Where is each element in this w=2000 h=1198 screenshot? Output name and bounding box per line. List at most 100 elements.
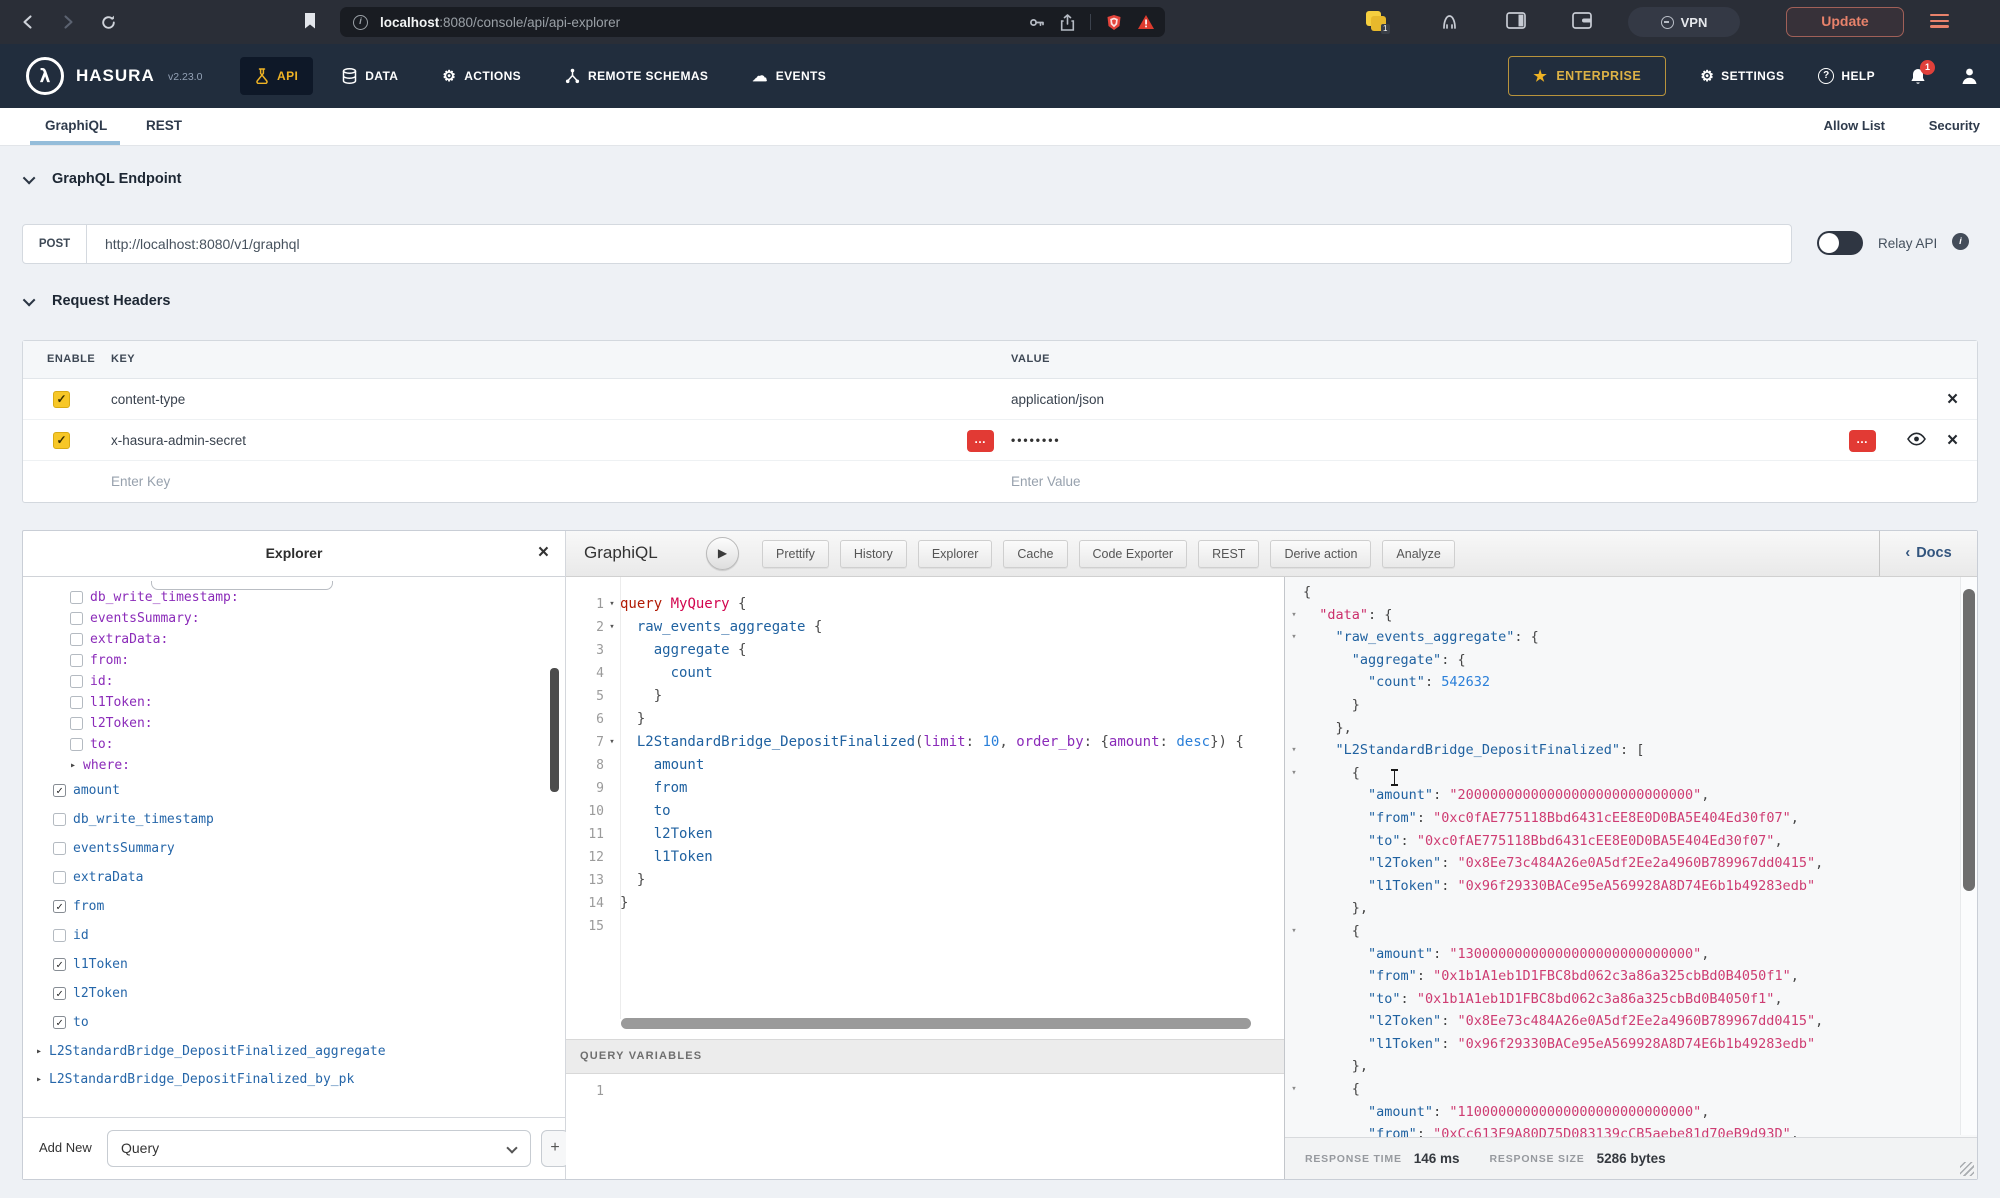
- nav-item-api[interactable]: API: [240, 57, 313, 95]
- security-link[interactable]: Security: [1929, 108, 1980, 146]
- checkbox-icon[interactable]: [53, 813, 66, 826]
- menu-icon[interactable]: [1930, 14, 1949, 31]
- help-button[interactable]: ? HELP: [1818, 68, 1875, 84]
- docs-button[interactable]: ‹Docs: [1879, 531, 1977, 576]
- checkbox-icon[interactable]: [70, 717, 83, 730]
- query-editor-line[interactable]: 14}: [566, 892, 1284, 915]
- user-button[interactable]: [1961, 67, 1978, 85]
- reveal-value-icon[interactable]: [1907, 432, 1926, 446]
- header-key-input[interactable]: x-hasura-admin-secret: [111, 420, 246, 461]
- checkbox-icon[interactable]: ✓: [53, 900, 66, 913]
- explorer-scrollbar[interactable]: [550, 668, 559, 792]
- explorer-field-item[interactable]: id: [23, 921, 565, 950]
- warning-triangle-icon[interactable]: [1137, 14, 1155, 30]
- relay-info-icon[interactable]: i: [1952, 233, 1969, 250]
- query-editor-line[interactable]: 10 to: [566, 800, 1284, 823]
- explorer-argument-item[interactable]: to:: [23, 734, 565, 755]
- cache-button[interactable]: Cache: [1003, 540, 1067, 568]
- explorer-argument-item[interactable]: db_write_timestamp:: [23, 587, 565, 608]
- explorer-field-item[interactable]: ✓from: [23, 892, 565, 921]
- explorer-field-item[interactable]: ✓l2Token: [23, 979, 565, 1008]
- url-bar[interactable]: i localhost:8080/console/api/api-explore…: [340, 7, 1165, 37]
- query-editor-line[interactable]: 11 l2Token: [566, 823, 1284, 846]
- query-editor[interactable]: 1▾query MyQuery {2▾ raw_events_aggregate…: [566, 577, 1284, 1019]
- nav-item-actions[interactable]: ⚙ ACTIONS: [427, 58, 536, 95]
- reload-icon[interactable]: [100, 14, 117, 31]
- explorer-argument-item[interactable]: extraData:: [23, 629, 565, 650]
- checkbox-icon[interactable]: [70, 696, 83, 709]
- new-header-key-input[interactable]: Enter Key: [111, 461, 170, 502]
- expand-arrow-icon[interactable]: ▸: [36, 1074, 42, 1085]
- nav-item-remote-schemas[interactable]: REMOTE SCHEMAS: [550, 57, 723, 95]
- explorer-field-item[interactable]: extraData: [23, 863, 565, 892]
- checkbox-icon[interactable]: ✓: [53, 784, 66, 797]
- prettify-button[interactable]: Prettify: [762, 540, 829, 568]
- explorer-where-item[interactable]: ▸where:: [23, 755, 565, 776]
- endpoint-url-input[interactable]: http://localhost:8080/v1/graphql: [87, 236, 300, 252]
- explorer-argument-item[interactable]: from:: [23, 650, 565, 671]
- sidebar-toggle-icon[interactable]: [1506, 12, 1526, 29]
- share-icon[interactable]: [1060, 14, 1075, 31]
- checkbox-icon[interactable]: ✓: [53, 987, 66, 1000]
- explorer-collapsed-item[interactable]: ▸L2StandardBridge_DepositFinalized_by_pk: [23, 1065, 565, 1093]
- notifications-button[interactable]: 1: [1909, 67, 1927, 86]
- code-exporter-button[interactable]: Code Exporter: [1079, 540, 1188, 568]
- notes-extension-icon[interactable]: 1: [1366, 11, 1386, 31]
- query-editor-line[interactable]: 13 }: [566, 869, 1284, 892]
- new-header-value-input[interactable]: Enter Value: [1011, 461, 1081, 502]
- header-value-input[interactable]: application/json: [1011, 379, 1104, 420]
- explorer-collapsed-item[interactable]: ▸L2StandardBridge_DepositFinalized_aggre…: [23, 1037, 565, 1065]
- enable-checkbox[interactable]: ✓: [53, 432, 70, 449]
- wallet-icon[interactable]: [1572, 12, 1592, 29]
- allow-list-link[interactable]: Allow List: [1824, 108, 1885, 146]
- query-editor-line[interactable]: 9 from: [566, 777, 1284, 800]
- expand-arrow-icon[interactable]: ▸: [70, 760, 76, 771]
- explorer-button[interactable]: Explorer: [918, 540, 993, 568]
- query-editor-line[interactable]: 1▾query MyQuery {: [566, 593, 1284, 616]
- add-operation-button[interactable]: +: [541, 1130, 569, 1167]
- checkbox-icon[interactable]: [70, 612, 83, 625]
- query-editor-line[interactable]: 12 l1Token: [566, 846, 1284, 869]
- expand-arrow-icon[interactable]: ▸: [36, 1046, 42, 1057]
- checkbox-icon[interactable]: [70, 675, 83, 688]
- brave-shield-icon[interactable]: [1106, 14, 1122, 31]
- checkbox-icon[interactable]: [70, 591, 83, 604]
- checkbox-icon[interactable]: [53, 842, 66, 855]
- resize-handle-icon[interactable]: [1960, 1162, 1974, 1176]
- query-editor-line[interactable]: 7▾ L2StandardBridge_DepositFinalized(lim…: [566, 731, 1284, 754]
- site-info-icon[interactable]: i: [353, 15, 368, 30]
- bookmark-icon[interactable]: [303, 12, 317, 30]
- nav-item-data[interactable]: DATA: [327, 57, 413, 95]
- editor-horizontal-scrollbar[interactable]: [621, 1018, 1251, 1029]
- forward-icon[interactable]: [60, 14, 76, 30]
- explorer-field-item[interactable]: ✓to: [23, 1008, 565, 1037]
- extension-icon[interactable]: [1440, 12, 1459, 31]
- query-variables-editor[interactable]: 1: [566, 1074, 1284, 1179]
- remove-header-icon[interactable]: ×: [1947, 379, 1958, 420]
- query-variables-header[interactable]: QUERY VARIABLES: [566, 1039, 1284, 1074]
- explorer-field-item[interactable]: ✓amount: [23, 776, 565, 805]
- operation-type-select[interactable]: Query: [107, 1130, 531, 1167]
- history-button[interactable]: History: [840, 540, 907, 568]
- enable-checkbox[interactable]: ✓: [53, 391, 70, 408]
- analyze-button[interactable]: Analyze: [1382, 540, 1454, 568]
- key-icon[interactable]: [1028, 14, 1045, 31]
- query-editor-line[interactable]: 8 amount: [566, 754, 1284, 777]
- header-key-input[interactable]: content-type: [111, 379, 185, 420]
- close-explorer-icon[interactable]: ×: [538, 531, 549, 575]
- explorer-argument-item[interactable]: eventsSummary:: [23, 608, 565, 629]
- graphql-endpoint-section-header[interactable]: GraphQL Endpoint: [26, 171, 181, 187]
- settings-button[interactable]: ⚙ SETTINGS: [1700, 69, 1784, 84]
- explorer-argument-item[interactable]: l1Token:: [23, 692, 565, 713]
- derive-action-button[interactable]: Derive action: [1270, 540, 1371, 568]
- remove-header-icon[interactable]: ×: [1947, 420, 1958, 461]
- tab-rest[interactable]: REST: [146, 108, 182, 146]
- checkbox-icon[interactable]: ✓: [53, 1016, 66, 1029]
- query-editor-line[interactable]: 6 }: [566, 708, 1284, 731]
- checkbox-icon[interactable]: [53, 871, 66, 884]
- hasura-logo[interactable]: λ: [26, 57, 64, 95]
- enterprise-button[interactable]: ★ ENTERPRISE: [1508, 56, 1666, 96]
- vpn-button[interactable]: VPN: [1628, 7, 1740, 37]
- explorer-field-item[interactable]: ✓l1Token: [23, 950, 565, 979]
- query-editor-line[interactable]: 15: [566, 915, 1284, 938]
